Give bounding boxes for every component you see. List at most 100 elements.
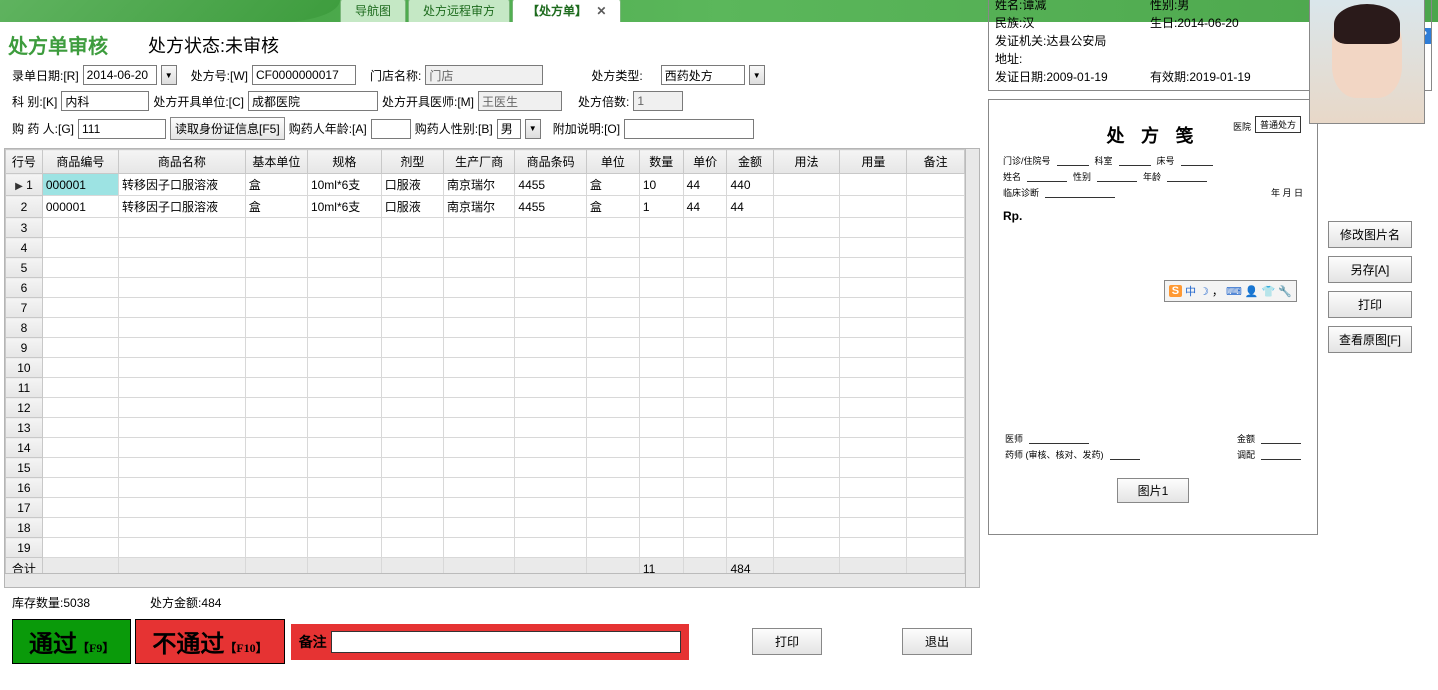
multiplier-input	[633, 91, 683, 111]
table-row-empty[interactable]: 3	[6, 218, 965, 238]
ime-keyboard-icon[interactable]: ⌨	[1226, 285, 1242, 298]
col-header[interactable]: 备注	[907, 150, 965, 174]
table-row-empty[interactable]: 10	[6, 358, 965, 378]
vertical-scrollbar[interactable]	[965, 149, 979, 587]
col-header[interactable]: 单价	[683, 150, 727, 174]
tab-remote-review[interactable]: 处方远程审方	[408, 0, 510, 22]
rx-type-label: 处方类型:	[591, 67, 642, 84]
table-row-empty[interactable]: 14	[6, 438, 965, 458]
buyer-age-input[interactable]	[371, 119, 411, 139]
pass-button[interactable]: 通过【F9】	[12, 619, 131, 664]
ime-person-icon[interactable]: 👤	[1245, 285, 1259, 298]
name-cell: 姓名:谭减	[995, 0, 1150, 14]
pic1-button[interactable]: 图片1	[1117, 478, 1190, 503]
dept-input[interactable]	[61, 91, 149, 111]
table-row-empty[interactable]: 6	[6, 278, 965, 298]
buyer-sex-select[interactable]	[497, 119, 521, 139]
table-row-empty[interactable]: 13	[6, 418, 965, 438]
col-header[interactable]: 商品条码	[515, 150, 586, 174]
ime-s-icon[interactable]: S	[1169, 285, 1182, 297]
valid-cell: 有效期:2019-01-19	[1150, 68, 1305, 86]
table-row-empty[interactable]: 18	[6, 518, 965, 538]
col-header[interactable]: 用量	[840, 150, 907, 174]
col-header[interactable]: 单位	[586, 150, 639, 174]
table-row-empty[interactable]: 16	[6, 478, 965, 498]
col-header[interactable]: 商品编号	[42, 150, 118, 174]
table-row-empty[interactable]: 15	[6, 458, 965, 478]
col-header[interactable]: 基本单位	[245, 150, 307, 174]
table-row-empty[interactable]: 12	[6, 398, 965, 418]
col-header[interactable]: 规格	[307, 150, 381, 174]
realname-box: 实名信息 证件号:120458780706835 姓名:谭减 性别:男 民族:汉…	[988, 0, 1432, 91]
table-row-empty[interactable]: 4	[6, 238, 965, 258]
rx-type-dropdown[interactable]: ▼	[749, 65, 765, 85]
tab-prescription-label: 【处方单】	[527, 4, 587, 18]
save-as-button[interactable]: 另存[A]	[1328, 256, 1412, 283]
exit-button[interactable]: 退出	[902, 628, 972, 655]
issue-cell: 发证日期:2009-01-19	[995, 68, 1150, 86]
buyer-input[interactable]	[78, 119, 166, 139]
remark-label: 备注	[299, 632, 327, 652]
buyer-sex-dropdown[interactable]: ▼	[525, 119, 541, 139]
table-row[interactable]: ▶ 1000001转移因子口服溶液盒10ml*6支口服液南京瑞尔4455盒104…	[6, 174, 965, 196]
table-row-empty[interactable]: 8	[6, 318, 965, 338]
entry-date-input[interactable]	[83, 65, 157, 85]
rename-pic-button[interactable]: 修改图片名	[1328, 221, 1412, 248]
buyer-sex-label: 购药人性别:[B]	[415, 120, 493, 137]
entry-date-dropdown[interactable]: ▼	[161, 65, 177, 85]
multiplier-label: 处方倍数:	[578, 93, 629, 110]
ethnic-cell: 民族:汉	[995, 14, 1150, 32]
bottom-bar: 通过【F9】 不通过【F10】 备注 打印 退出	[4, 617, 980, 666]
entry-date-label: 录单日期:[R]	[12, 67, 79, 84]
rx-footer: 医师 金额 药师 (审核、核对、发药) 调配	[1005, 429, 1301, 464]
col-header[interactable]: 生产厂商	[443, 150, 514, 174]
rx-corner: 医院	[1233, 120, 1251, 133]
ime-lang-icon[interactable]: 中	[1185, 283, 1196, 299]
col-header[interactable]: 数量	[639, 150, 683, 174]
grid[interactable]: 行号商品编号商品名称基本单位规格剂型生产厂商商品条码单位数量单价金额用法用量备注…	[4, 148, 980, 588]
page-title: 处方单审核	[8, 30, 108, 59]
note-input[interactable]	[624, 119, 754, 139]
ime-comma-icon[interactable]: ，	[1212, 283, 1223, 299]
table-row-empty[interactable]: 19	[6, 538, 965, 558]
read-id-button[interactable]: 读取身份证信息[F5]	[170, 117, 285, 140]
birth-cell: 生日:2014-06-20	[1150, 14, 1305, 32]
issuer-unit-input[interactable]	[248, 91, 378, 111]
ime-moon-icon[interactable]: ☽	[1199, 285, 1209, 298]
remark-input[interactable]	[331, 631, 681, 653]
remark-box: 备注	[291, 624, 689, 660]
tab-close-icon[interactable]: ✕	[596, 4, 606, 18]
col-header[interactable]: 行号	[6, 150, 43, 174]
tab-prescription[interactable]: 【处方单】 ✕	[512, 0, 621, 22]
ime-shirt-icon[interactable]: 👕	[1262, 285, 1276, 298]
status-label: 处方状态:	[148, 36, 225, 56]
status-value: 未审核	[225, 36, 279, 56]
col-header[interactable]: 剂型	[381, 150, 443, 174]
rx-row-3: 临床诊断 年 月 日	[1003, 186, 1303, 199]
table-row[interactable]: 2000001转移因子口服溶液盒10ml*6支口服液南京瑞尔4455盒14444	[6, 196, 965, 218]
table-row-empty[interactable]: 9	[6, 338, 965, 358]
print-button-bottom[interactable]: 打印	[752, 628, 822, 655]
table-row-empty[interactable]: 5	[6, 258, 965, 278]
ime-toolbar[interactable]: S 中 ☽ ， ⌨ 👤 👕 🔧	[1164, 280, 1297, 302]
col-header[interactable]: 金额	[727, 150, 773, 174]
rx-row-2: 姓名 性别 年龄	[1003, 170, 1303, 183]
col-header[interactable]: 商品名称	[118, 150, 245, 174]
dept-label: 科 别:[K]	[12, 93, 57, 110]
view-orig-button[interactable]: 查看原图[F]	[1328, 326, 1412, 353]
pic-label-row: 图片1	[999, 478, 1307, 503]
print-button[interactable]: 打印	[1328, 291, 1412, 318]
status-title: 处方状态:未审核	[148, 32, 279, 58]
table-row-empty[interactable]: 17	[6, 498, 965, 518]
reject-button[interactable]: 不通过【F10】	[135, 619, 284, 664]
table-row-empty[interactable]: 11	[6, 378, 965, 398]
ime-wrench-icon[interactable]: 🔧	[1278, 285, 1292, 298]
rx-no-input[interactable]	[252, 65, 356, 85]
tab-nav[interactable]: 导航图	[340, 0, 406, 22]
table-row-empty[interactable]: 7	[6, 298, 965, 318]
note-label: 附加说明:[O]	[553, 120, 620, 137]
horizontal-scrollbar[interactable]	[5, 573, 965, 587]
buyer-label: 购 药 人:[G]	[12, 120, 74, 137]
col-header[interactable]: 用法	[773, 150, 840, 174]
rx-type-select[interactable]	[661, 65, 745, 85]
